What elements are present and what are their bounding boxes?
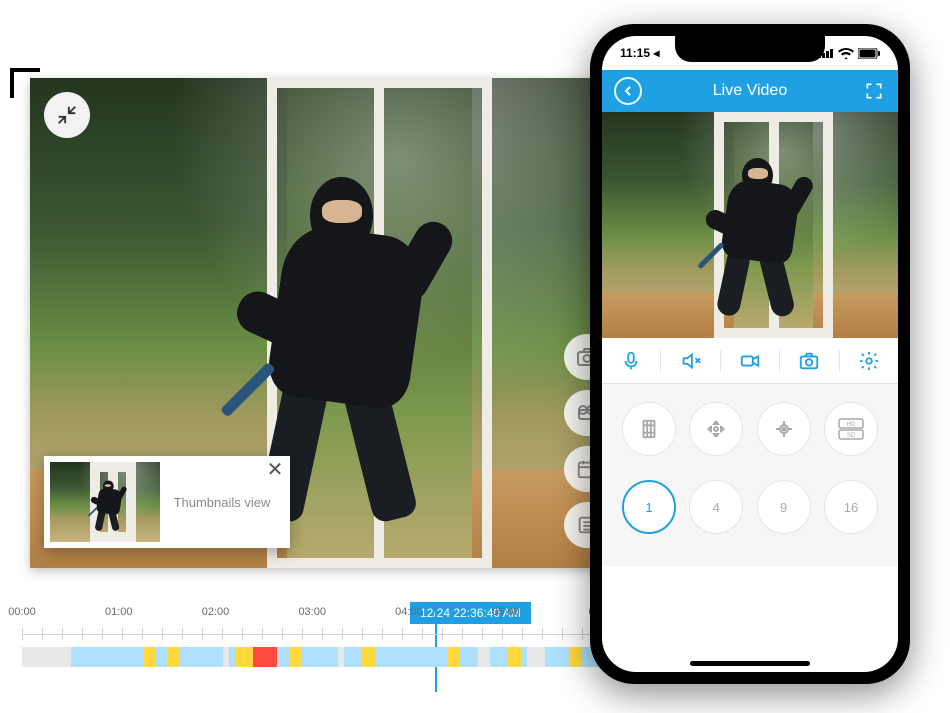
battery-icon [858, 48, 880, 59]
close-icon[interactable]: ✕ [264, 458, 286, 480]
thumbnail-popup: Thumbnails view ✕ [44, 456, 290, 548]
mic-button[interactable] [602, 350, 661, 372]
app-header: Live Video [602, 70, 898, 112]
tick-label: 01:00 [105, 606, 133, 630]
event-segment-yellow[interactable] [448, 647, 460, 667]
collapse-icon[interactable] [44, 92, 90, 138]
video-toolbar [602, 338, 898, 384]
thumbnail-image[interactable] [50, 462, 160, 542]
event-segment-yellow[interactable] [290, 647, 302, 667]
tick-label: 00:00 [8, 606, 36, 630]
timeline-events[interactable] [22, 647, 630, 667]
settings-button[interactable] [840, 350, 898, 372]
event-segment-yellow[interactable] [508, 647, 520, 667]
event-segment-yellow[interactable] [235, 647, 253, 667]
tick-label: 03:00 [298, 606, 326, 630]
tick-label: 02:00 [202, 606, 230, 630]
event-segment-red[interactable] [253, 647, 277, 667]
grid-option-16[interactable]: 16 [824, 480, 878, 534]
phone-screen: 11:15 ◂ Live Video [602, 36, 898, 672]
quality-button[interactable]: HD SD [824, 402, 878, 456]
phone-video-view[interactable] [602, 112, 898, 338]
page-title: Live Video [602, 82, 898, 100]
preset-button[interactable] [757, 402, 811, 456]
feature-row: HD SD [622, 402, 878, 456]
phone-notch [675, 36, 825, 62]
status-time: 11:15 ◂ [620, 46, 659, 60]
timeline-ticks: 00:0001:0002:0003:0004:0005:0006:00 [22, 606, 630, 630]
timeline-track [22, 634, 630, 635]
desktop-player: Thumbnails view ✕ 12/24 22:36:40 AM 00:0… [10, 70, 642, 667]
status-indicators [818, 48, 880, 59]
tick-label: 04:00 [395, 606, 423, 630]
event-segment-yellow[interactable] [569, 647, 581, 667]
ptz-button[interactable] [689, 402, 743, 456]
event-segment-yellow[interactable] [168, 647, 180, 667]
back-button[interactable] [614, 77, 642, 105]
event-segment-yellow[interactable] [144, 647, 156, 667]
event-segment-yellow[interactable] [362, 647, 374, 667]
fullscreen-icon[interactable] [862, 79, 886, 103]
svg-text:HD: HD [847, 422, 856, 428]
tick-label: 05:00 [492, 606, 520, 630]
playback-button[interactable] [622, 402, 676, 456]
grid-option-1[interactable]: 1 [622, 480, 676, 534]
video-viewport[interactable]: Thumbnails view ✕ [30, 78, 622, 568]
grid-row: 14916 [622, 480, 878, 534]
timeline[interactable]: 00:0001:0002:0003:0004:0005:0006:00 [10, 578, 642, 667]
grid-option-9[interactable]: 9 [757, 480, 811, 534]
mute-button[interactable] [661, 350, 720, 372]
wifi-icon [838, 48, 854, 59]
control-panel: HD SD 14916 [602, 384, 898, 566]
svg-text:SD: SD [847, 433, 856, 439]
phone-device: 11:15 ◂ Live Video [590, 24, 910, 684]
grid-option-4[interactable]: 4 [689, 480, 743, 534]
snapshot-button[interactable] [780, 350, 839, 372]
record-button[interactable] [721, 350, 780, 372]
home-indicator[interactable] [690, 661, 810, 666]
